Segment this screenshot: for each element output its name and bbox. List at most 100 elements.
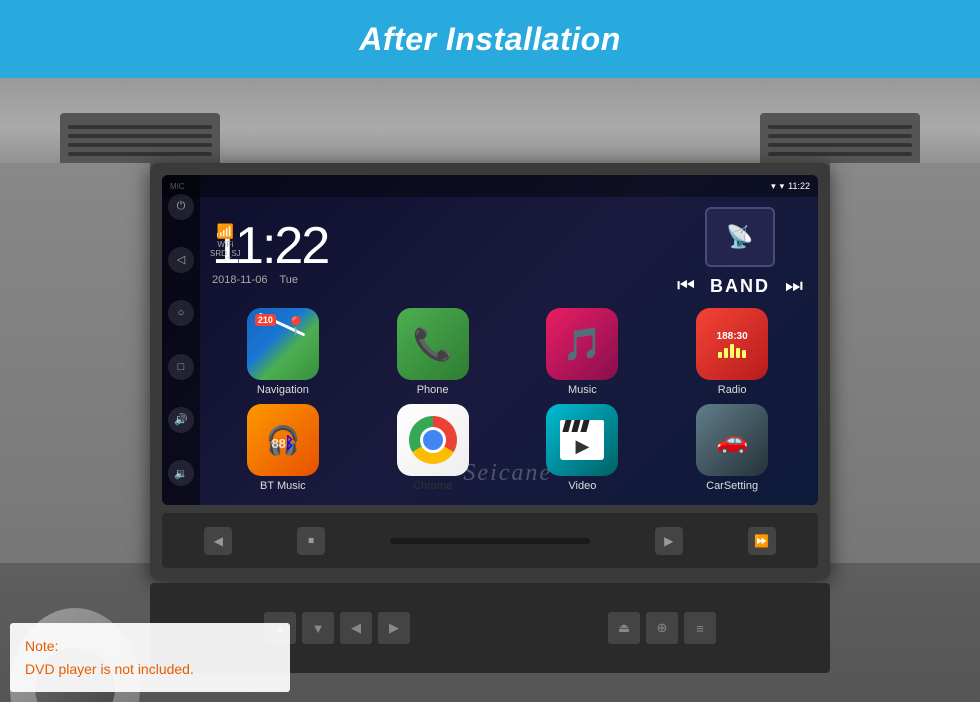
phone-label: Phone [417, 384, 449, 396]
bt-number: 88 [271, 436, 285, 451]
list-item[interactable]: Chrome [362, 404, 504, 492]
radio-signal-icon: 📡 [726, 224, 753, 250]
vent-line [68, 143, 212, 147]
carsetting-app-icon[interactable]: 🚗 [696, 404, 768, 476]
navigation-label: Navigation [257, 384, 309, 396]
carsetting-label: CarSetting [706, 480, 758, 492]
bar1 [718, 352, 722, 358]
home-btn[interactable]: ○ [168, 300, 194, 326]
list-item[interactable]: 188:30 [661, 308, 803, 396]
status-time: 11:22 [788, 181, 810, 191]
vent-line [68, 125, 212, 129]
navigation-app-icon[interactable]: 210 📍 [247, 308, 319, 380]
note-text: DVD player is not included. [25, 658, 275, 680]
list-item[interactable]: 🚗 CarSetting [661, 404, 803, 492]
video-app-icon[interactable]: ▶ [546, 404, 618, 476]
radio-controls: ⏮ BAND ⏭ [677, 275, 803, 298]
recent-btn[interactable]: □ [168, 354, 194, 380]
wifi-signal-icon: 📶 [210, 223, 241, 240]
vent-line [68, 134, 212, 138]
page-wrapper: After Installation [0, 0, 980, 702]
list-item[interactable]: 🎧 ᛒ 88 BT Music [212, 404, 354, 492]
vol-up-btn[interactable]: 🔊 [168, 407, 194, 433]
vol-down-btn[interactable]: 🔉 [168, 460, 194, 486]
list-item[interactable]: 📞 Phone [362, 308, 504, 396]
car-icon-inner: 🚗 [716, 425, 748, 456]
stripe [581, 420, 590, 432]
vent-line [768, 134, 912, 138]
date-line: 2018-11-06 Tue [212, 274, 667, 286]
radio-block: 📡 ⏮ BAND ⏭ [677, 207, 803, 298]
radio-freq: 188:30 [717, 331, 748, 342]
status-right: ▾ ▾ 11:22 [771, 181, 810, 192]
status-bar: MIC ▾ ▾ 11:22 [162, 175, 818, 197]
left-dashboard [0, 163, 150, 563]
btmusic-label: BT Music [260, 480, 306, 492]
radio-prev-btn[interactable]: ⏮ [677, 275, 695, 298]
bar4 [736, 348, 740, 358]
bar3 [730, 344, 734, 358]
radio-app-icon[interactable]: 188:30 [696, 308, 768, 380]
small-btn[interactable]: ▼ [302, 612, 334, 644]
list-item[interactable]: 🎵 Music [512, 308, 654, 396]
video-label: Video [568, 480, 596, 492]
nav-number: 210 [255, 314, 276, 326]
ctrl-btn-4[interactable]: ⏩ [748, 527, 776, 555]
ctrl-btn-1[interactable]: ◀ [204, 527, 232, 555]
wifi-icon: ▾ [780, 181, 785, 192]
screen-day: Tue [279, 274, 298, 286]
radio-next-btn[interactable]: ⏭ [785, 275, 803, 298]
ctrl-btn-2[interactable]: ⏹ [297, 527, 325, 555]
radio-icon-box[interactable]: 📡 [705, 207, 775, 267]
ctrl-group-right: ⏏ ⊕ ≡ [608, 612, 716, 644]
screen-content: 📶 WiFi SRD_SJ 11:22 2018-11-06 Tue [162, 197, 818, 505]
chrome-outer [409, 416, 457, 464]
small-btn[interactable]: ◀ [340, 612, 372, 644]
wifi-label: WiFi [210, 240, 241, 249]
list-item[interactable]: 210 📍 Navigation [212, 308, 354, 396]
phone-app-icon[interactable]: 📞 [397, 308, 469, 380]
nav-icon-inner: 210 📍 [247, 308, 319, 380]
small-btn[interactable]: ⊕ [646, 612, 678, 644]
bluetooth-icon: ᛒ [285, 435, 295, 453]
center-panel: MIC ▾ ▾ 11:22 ⏻ ◁ ○ □ 🔊 [150, 163, 830, 580]
chrome-center [420, 427, 446, 453]
screen-unit: MIC ▾ ▾ 11:22 ⏻ ◁ ○ □ 🔊 [162, 175, 818, 505]
app-grid: 210 📍 Navigation 📞 Phone [202, 303, 818, 502]
clapper-top [560, 420, 604, 432]
right-vent [760, 113, 920, 168]
bt-inner: 🎧 ᛒ 88 [265, 424, 300, 457]
cd-slot [390, 538, 590, 544]
clapper-body: ▶ [560, 432, 604, 460]
small-btn[interactable]: ≡ [684, 612, 716, 644]
radio-inner: 188:30 [717, 331, 748, 358]
bar5 [742, 350, 746, 358]
stripe [572, 420, 581, 432]
radio-band-label: BAND [710, 276, 770, 297]
header: After Installation [0, 0, 980, 78]
clapper: ▶ [560, 420, 604, 460]
android-screen: MIC ▾ ▾ 11:22 ⏻ ◁ ○ □ 🔊 [162, 175, 818, 505]
vent-line [768, 125, 912, 129]
wifi-ssid: SRD_SJ [210, 249, 241, 258]
power-btn[interactable]: ⏻ [168, 194, 194, 220]
top-section: 📶 WiFi SRD_SJ 11:22 2018-11-06 Tue [202, 197, 818, 303]
chrome-app-icon[interactable] [397, 404, 469, 476]
signal-icon: ▾ [771, 181, 776, 192]
small-btn[interactable]: ▶ [378, 612, 410, 644]
btmusic-app-icon[interactable]: 🎧 ᛒ 88 [247, 404, 319, 476]
chrome-ring [409, 416, 457, 464]
small-btn[interactable]: ⏏ [608, 612, 640, 644]
radio-label: Radio [718, 384, 747, 396]
stripe [563, 420, 572, 432]
music-app-icon[interactable]: 🎵 [546, 308, 618, 380]
back-btn[interactable]: ◁ [168, 247, 194, 273]
chrome-label: Chrome [413, 480, 452, 492]
vent-line [768, 143, 912, 147]
screen-date: 2018-11-06 [212, 274, 267, 286]
wifi-info: 📶 WiFi SRD_SJ [210, 223, 241, 258]
music-label: Music [568, 384, 597, 396]
nav-pin-icon: 📍 [284, 316, 306, 337]
list-item[interactable]: ▶ Video [512, 404, 654, 492]
ctrl-btn-3[interactable]: ▶ [655, 527, 683, 555]
